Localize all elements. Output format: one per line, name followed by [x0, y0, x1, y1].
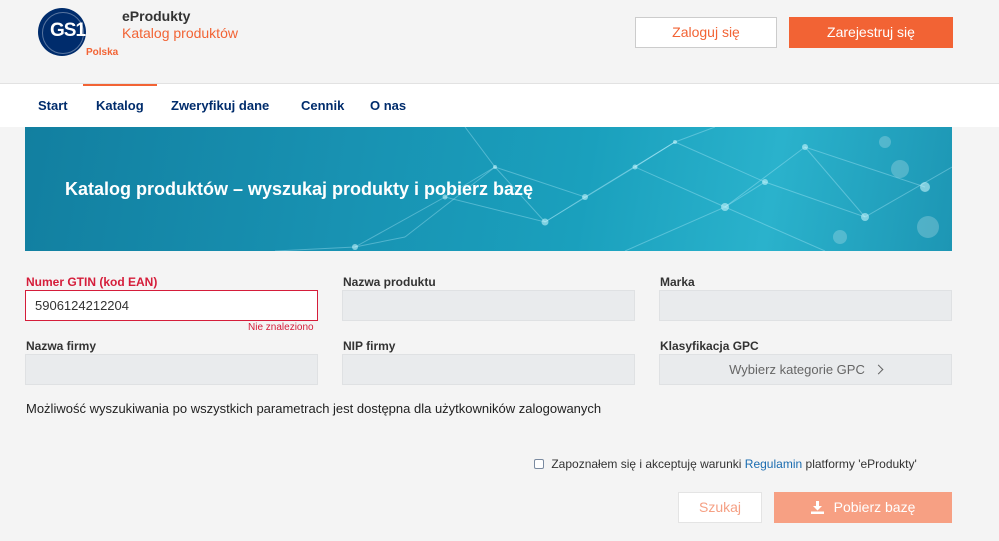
terms-consent: Zapoznałem się i akceptuję warunki Regul…: [534, 457, 917, 471]
terms-text-before: Zapoznałem się i akceptuję warunki: [551, 457, 742, 471]
login-button[interactable]: Zaloguj się: [635, 17, 777, 48]
nav-item-zweryfikuj-dane[interactable]: Zweryfikuj dane: [171, 84, 269, 127]
terms-link[interactable]: Regulamin: [745, 457, 802, 471]
gs1-logo[interactable]: GS1 Polska: [38, 8, 128, 60]
nip-label: NIP firmy: [343, 339, 396, 353]
nav-item-o-nas[interactable]: O nas: [370, 84, 406, 127]
hero-banner: Katalog produktów – wyszukaj produkty i …: [25, 127, 952, 251]
gtin-error-message: Nie znaleziono: [248, 322, 314, 333]
search-button[interactable]: Szukaj: [678, 492, 762, 523]
nav-item-katalog[interactable]: Katalog: [83, 84, 157, 127]
chevron-right-icon: [873, 364, 884, 375]
gpc-select-button[interactable]: Wybierz kategorie GPC: [659, 354, 952, 385]
download-button[interactable]: Pobierz bazę: [774, 492, 952, 523]
company-name-label: Nazwa firmy: [26, 339, 97, 353]
brand-input[interactable]: [659, 290, 952, 321]
main-nav: Start Katalog Zweryfikuj dane Cennik O n…: [0, 84, 999, 127]
logo-text: GS1: [50, 20, 86, 41]
download-button-label: Pobierz bazę: [833, 499, 916, 515]
app-name: eProdukty: [122, 8, 191, 24]
gpc-button-label: Wybierz kategorie GPC: [729, 362, 865, 377]
login-info-text: Możliwość wyszukiwania po wszystkich par…: [26, 401, 602, 416]
banner-title: Katalog produktów – wyszukaj produkty i …: [65, 179, 534, 199]
gpc-label: Klasyfikacja GPC: [660, 339, 759, 353]
brand-label: Marka: [660, 275, 695, 289]
download-icon: [810, 501, 824, 514]
register-button[interactable]: Zarejestruj się: [789, 17, 953, 48]
nav-item-start[interactable]: Start: [38, 84, 68, 127]
logo-country: Polska: [86, 47, 119, 58]
nip-input[interactable]: [342, 354, 635, 385]
terms-text-after: platformy 'eProdukty': [805, 457, 917, 471]
app-subtitle: Katalog produktów: [122, 25, 238, 41]
terms-checkbox[interactable]: [534, 459, 544, 469]
product-name-label: Nazwa produktu: [343, 275, 436, 289]
company-name-input[interactable]: [25, 354, 318, 385]
gtin-label: Numer GTIN (kod EAN): [26, 275, 158, 289]
product-name-input[interactable]: [342, 290, 635, 321]
nav-item-cennik[interactable]: Cennik: [301, 84, 344, 127]
gtin-input[interactable]: 5906124212204: [25, 290, 318, 321]
site-header: GS1 Polska eProdukty Katalog produktów Z…: [0, 0, 999, 84]
